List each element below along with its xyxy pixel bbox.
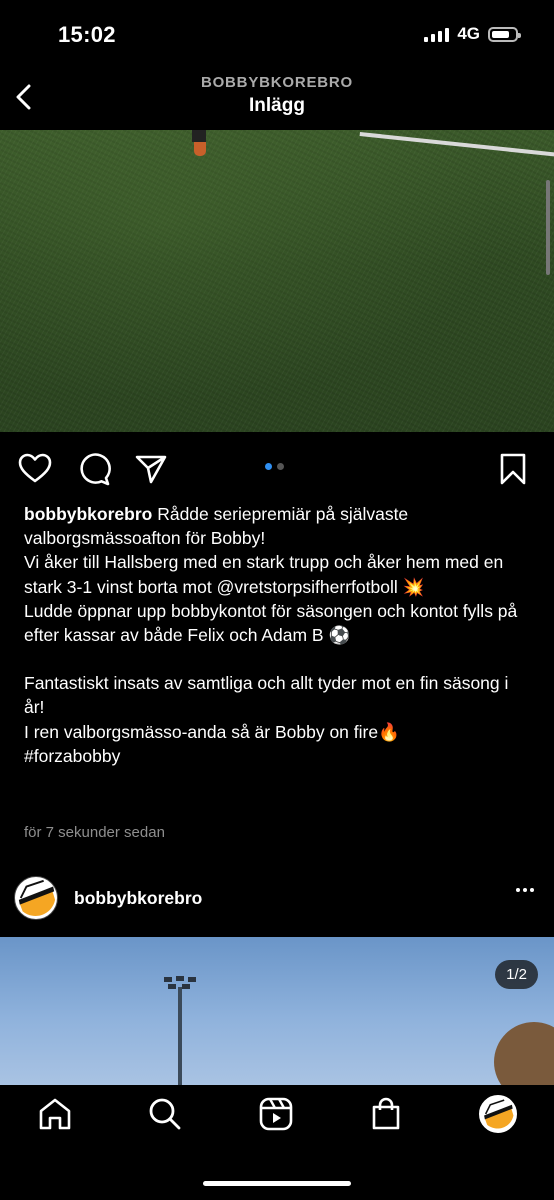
home-icon[interactable] (37, 1096, 73, 1132)
search-icon[interactable] (147, 1096, 183, 1132)
carousel-dot (265, 463, 272, 470)
carousel-dot (277, 463, 284, 470)
page-title: Inlägg (249, 95, 305, 116)
next-post-username[interactable]: bobbybkorebro (74, 888, 202, 909)
status-time: 15:02 (58, 22, 116, 47)
post-caption: bobbybkorebro Rådde seriepremiär på själ… (24, 502, 529, 768)
caption-username[interactable]: bobbybkorebro (24, 504, 152, 524)
network-label: 4G (457, 24, 480, 43)
post-image[interactable] (0, 130, 554, 432)
shopping-bag-icon[interactable] (368, 1096, 404, 1132)
club-logo-icon (15, 877, 57, 919)
reels-icon[interactable] (258, 1096, 294, 1132)
next-post-image[interactable] (0, 937, 554, 1085)
status-indicators: 4G (424, 24, 521, 44)
carousel-counter: 1/2 (495, 960, 538, 989)
post-timestamp: för 7 sekunder sedan (24, 824, 165, 841)
profile-tab-avatar[interactable] (479, 1095, 517, 1133)
scrollbar[interactable] (546, 180, 550, 275)
header-account: BOBBYBKOREBRO (200, 74, 354, 91)
avatar[interactable] (14, 876, 58, 920)
caption-hashtag[interactable]: #forzabobby (24, 744, 529, 768)
signal-icon (424, 26, 450, 42)
home-indicator[interactable] (203, 1181, 351, 1186)
caption-line: Fantastiskt insats av samtliga och allt … (24, 673, 509, 718)
caption-line: I ren valborgsmässo-anda så är Bobby on … (24, 721, 400, 742)
battery-icon (488, 26, 521, 42)
carousel-dots (265, 463, 284, 470)
caption-line: Ludde öppnar upp bobbykontot för säsonge… (24, 600, 518, 646)
bookmark-icon[interactable] (496, 452, 530, 486)
comment-icon[interactable] (77, 452, 111, 486)
caption-line: Vi åker till Hallsberg med en stark trup… (24, 552, 504, 597)
more-options-icon[interactable] (516, 888, 534, 892)
heart-icon[interactable] (18, 452, 52, 486)
paper-plane-icon[interactable] (134, 452, 168, 486)
club-logo-icon (481, 1097, 515, 1131)
